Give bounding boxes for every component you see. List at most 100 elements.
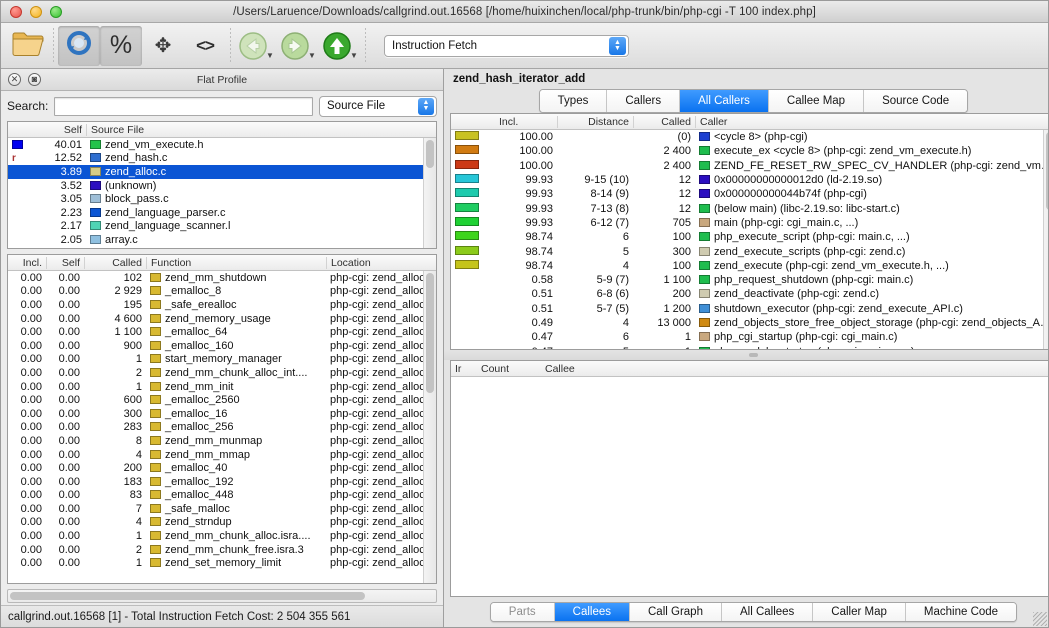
column-header-called[interactable]: Called — [84, 257, 146, 269]
close-button[interactable] — [10, 6, 22, 18]
reload-button[interactable] — [58, 26, 100, 66]
table-row[interactable]: 0.516-8 (6)200zend_deactivate (php-cgi: … — [451, 287, 1049, 301]
table-row[interactable]: 100.002 400execute_ex <cycle 8> (php-cgi… — [451, 144, 1049, 158]
splitter-grip[interactable] — [749, 353, 758, 357]
table-row[interactable]: 0.4751php_module_startup (php-cgi: main.… — [451, 344, 1049, 349]
back-button[interactable]: ▼ — [235, 26, 277, 66]
column-header-callers-incl[interactable]: Incl. — [499, 116, 557, 128]
table-row[interactable]: 0.585-9 (7)1 100php_request_shutdown (ph… — [451, 273, 1049, 287]
column-header-caller[interactable]: Caller — [695, 116, 1049, 128]
table-row[interactable]: 99.938-14 (9)120x000000000044b74f (php-c… — [451, 187, 1049, 201]
forward-button[interactable]: ▼ — [277, 26, 319, 66]
table-row[interactable]: 0.000.004 600zend_memory_usagephp-cgi: z… — [8, 312, 436, 326]
column-header-function[interactable]: Function — [146, 257, 326, 269]
column-header-callers-called[interactable]: Called — [633, 116, 695, 128]
chevron-down-icon-2[interactable]: ▼ — [308, 51, 316, 60]
chevron-updown-icon-grouping[interactable]: ▲▼ — [418, 98, 434, 115]
table-row[interactable]: 0.000.00195_safe_ereallocphp-cgi: zend_a… — [8, 298, 436, 312]
code-tool-button[interactable]: <> — [184, 26, 226, 66]
table-row[interactable]: 2.17zend_language_scanner.l — [8, 220, 436, 234]
table-row[interactable]: 0.49413 000zend_objects_store_free_objec… — [451, 316, 1049, 330]
table-row[interactable]: 0.000.002zend_mm_chunk_free.isra.3php-cg… — [8, 543, 436, 557]
table-row[interactable]: 0.000.001start_memory_managerphp-cgi: ze… — [8, 353, 436, 367]
function-list-hscrollbar[interactable] — [7, 589, 437, 603]
tab-all-callers[interactable]: All Callers — [680, 90, 769, 112]
column-header-callee[interactable]: Callee — [541, 363, 1049, 375]
tab-callee-map[interactable]: Callee Map — [769, 90, 864, 112]
table-row[interactable]: 1.89php_pcre.c — [8, 247, 436, 248]
table-row[interactable]: 0.000.00283_emalloc_256php-cgi: zend_all… — [8, 421, 436, 435]
table-row[interactable]: 0.000.001zend_set_memory_limitphp-cgi: z… — [8, 556, 436, 570]
table-row[interactable]: 99.939-15 (10)120x00000000000012d0 (ld-2… — [451, 173, 1049, 187]
table-row[interactable]: 0.000.004zend_strndupphp-cgi: zend_alloc… — [8, 516, 436, 530]
table-row[interactable]: 2.23zend_language_parser.c — [8, 206, 436, 220]
event-type-select[interactable]: Instruction Fetch ▲▼ — [384, 35, 629, 57]
all-callers-panel[interactable]: Incl. Distance Called Caller 100.00(0)<c… — [450, 113, 1049, 350]
minimize-button[interactable] — [30, 6, 42, 18]
tab-callees[interactable]: Callees — [555, 603, 630, 621]
table-row[interactable]: 98.746100php_execute_script (php-cgi: ma… — [451, 230, 1049, 244]
table-row[interactable]: 99.936-12 (7)705main (php-cgi: cgi_main.… — [451, 216, 1049, 230]
flat-profile-list[interactable]: Self Source File 40.01zend_vm_execute.hr… — [7, 121, 437, 249]
table-row[interactable]: 0.000.001zend_mm_chunk_alloc.isra....php… — [8, 529, 436, 543]
pane-splitter[interactable] — [444, 350, 1049, 360]
callees-panel[interactable]: Ir Count Callee — [450, 360, 1049, 597]
move-tool-button[interactable]: ✥ — [142, 26, 184, 66]
column-header-location[interactable]: Location — [326, 257, 436, 269]
tab-all-callees[interactable]: All Callees — [722, 603, 813, 621]
tab-call-graph[interactable]: Call Graph — [630, 603, 722, 621]
table-row[interactable]: 98.744100zend_execute (php-cgi: zend_vm_… — [451, 259, 1049, 273]
column-header-ir[interactable]: Ir — [451, 363, 477, 375]
tab-callers[interactable]: Callers — [607, 90, 680, 112]
table-row[interactable]: 2.05array.c — [8, 233, 436, 247]
table-row[interactable]: 0.000.001 100_emalloc_64php-cgi: zend_al… — [8, 325, 436, 339]
flat-profile-scrollbar[interactable] — [423, 138, 436, 248]
table-row[interactable]: 0.000.001zend_mm_initphp-cgi: zend_alloc… — [8, 380, 436, 394]
chevron-updown-icon[interactable]: ▲▼ — [609, 37, 626, 55]
chevron-down-icon[interactable]: ▼ — [266, 51, 274, 60]
table-row[interactable]: 3.52(unknown) — [8, 179, 436, 193]
column-header-source-file[interactable]: Source File — [86, 124, 436, 136]
function-list[interactable]: Incl. Self Called Function Location 0.00… — [7, 254, 437, 584]
window-resize-grip[interactable] — [1033, 612, 1047, 626]
search-input[interactable] — [54, 97, 313, 116]
tab-types[interactable]: Types — [540, 90, 608, 112]
scrollbar-thumb[interactable] — [426, 140, 434, 168]
grouping-select[interactable]: Source File ▲▼ — [319, 96, 437, 117]
percent-cost-button[interactable]: % — [100, 26, 142, 66]
chevron-down-icon-3[interactable]: ▼ — [350, 51, 358, 60]
table-row[interactable]: 0.000.007_safe_mallocphp-cgi: zend_alloc… — [8, 502, 436, 516]
tab-machine-code[interactable]: Machine Code — [906, 603, 1016, 621]
table-row[interactable]: 40.01zend_vm_execute.h — [8, 138, 436, 152]
column-header-count[interactable]: Count — [477, 363, 541, 375]
column-header-incl[interactable]: Incl. — [8, 257, 46, 269]
table-row[interactable]: 100.002 400ZEND_FE_RESET_RW_SPEC_CV_HAND… — [451, 159, 1049, 173]
table-row[interactable]: 0.000.008zend_mm_munmapphp-cgi: zend_all… — [8, 434, 436, 448]
table-row[interactable]: 0.000.00183_emalloc_192php-cgi: zend_all… — [8, 475, 436, 489]
table-row[interactable]: 0.000.00102zend_mm_shutdownphp-cgi: zend… — [8, 271, 436, 285]
table-row[interactable]: 98.745300zend_execute_scripts (php-cgi: … — [451, 244, 1049, 258]
table-row[interactable]: 0.000.004zend_mm_mmapphp-cgi: zend_alloc… — [8, 448, 436, 462]
table-row[interactable]: 0.000.002zend_mm_chunk_alloc_int....php-… — [8, 366, 436, 380]
table-row[interactable]: 100.00(0)<cycle 8> (php-cgi) — [451, 130, 1049, 144]
table-row[interactable]: 0.000.0083_emalloc_448php-cgi: zend_allo… — [8, 489, 436, 503]
up-button[interactable]: ▼ — [319, 26, 361, 66]
tab-parts[interactable]: Parts — [491, 603, 555, 621]
table-row[interactable]: 0.515-7 (5)1 200shutdown_executor (php-c… — [451, 302, 1049, 316]
table-row[interactable]: 99.937-13 (8)12(below main) (libc-2.19.s… — [451, 201, 1049, 215]
table-row[interactable]: 0.4761php_cgi_startup (php-cgi: cgi_main… — [451, 330, 1049, 344]
column-header-self-fn[interactable]: Self — [46, 257, 84, 269]
table-row[interactable]: 0.000.00300_emalloc_16php-cgi: zend_allo… — [8, 407, 436, 421]
table-row[interactable]: 3.05block_pass.c — [8, 192, 436, 206]
table-row[interactable]: 0.000.00200_emalloc_40php-cgi: zend_allo… — [8, 461, 436, 475]
zoom-button[interactable] — [50, 6, 62, 18]
table-row[interactable]: 0.000.00900_emalloc_160php-cgi: zend_all… — [8, 339, 436, 353]
function-list-scrollbar[interactable] — [423, 271, 436, 583]
scrollbar-thumb-2[interactable] — [426, 273, 434, 393]
hscrollbar-thumb[interactable] — [10, 592, 365, 600]
table-row[interactable]: 0.000.002 929_emalloc_8php-cgi: zend_all… — [8, 285, 436, 299]
tab-caller-map[interactable]: Caller Map — [813, 603, 906, 621]
table-row[interactable]: 3.89zend_alloc.c — [8, 165, 436, 179]
column-header-distance[interactable]: Distance — [557, 116, 633, 128]
callers-scrollbar[interactable] — [1043, 130, 1049, 349]
